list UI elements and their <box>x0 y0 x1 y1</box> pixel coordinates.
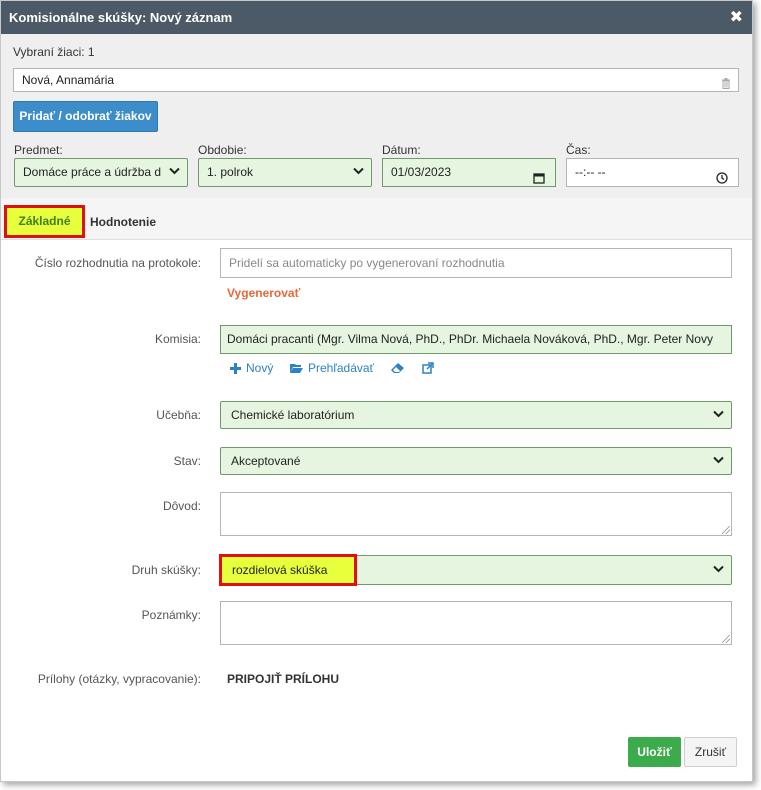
student-name: Nová, Annamária <box>22 73 115 87</box>
date-value: 01/03/2023 <box>391 165 452 179</box>
selected-students-label: Vybraní žiaci: 1 <box>13 45 95 59</box>
state-select[interactable]: Akceptované <box>220 447 732 475</box>
commission-new-link[interactable]: Nový <box>246 361 273 375</box>
chevron-down-icon <box>713 556 724 584</box>
date-label: Dátum: <box>382 143 421 157</box>
exam-type-select[interactable]: rozdielová skúška <box>219 554 732 586</box>
subject-label: Predmet: <box>14 143 63 157</box>
classroom-label: Učebňa: <box>156 408 201 422</box>
decision-number-input[interactable]: Pridelí sa automaticky po vygenerovaní r… <box>220 248 732 278</box>
commission-label: Komisia: <box>154 332 201 346</box>
eraser-icon[interactable] <box>391 363 404 377</box>
resize-grip-icon[interactable] <box>722 635 730 643</box>
dialog: Komisionálne skúšky: Nový záznam ✖ Vybra… <box>0 0 753 782</box>
time-input[interactable]: --:-- -- <box>566 158 739 187</box>
external-link-icon[interactable] <box>422 362 434 377</box>
dialog-titlebar: Komisionálne skúšky: Nový záznam ✖ <box>1 1 752 34</box>
add-remove-students-button[interactable]: Pridať / odobrať žiakov <box>13 101 158 132</box>
subject-value: Domáce práce a údržba d <box>23 165 162 179</box>
chevron-down-icon <box>169 159 180 186</box>
notes-label: Poznámky: <box>141 608 201 622</box>
date-input[interactable]: 01/03/2023 <box>382 158 556 187</box>
decision-number-label: Číslo rozhodnutia na protokole: <box>34 256 201 270</box>
cancel-button[interactable]: Zrušiť <box>684 737 737 767</box>
generate-link[interactable]: Vygenerovať <box>227 286 300 300</box>
chevron-down-icon <box>353 159 364 186</box>
notes-textarea[interactable] <box>220 601 732 645</box>
resize-grip-icon[interactable] <box>722 526 730 534</box>
subject-select[interactable]: Domáce práce a údržba d <box>14 158 188 187</box>
save-button[interactable]: Uložiť <box>628 737 681 767</box>
selected-student-field: Nová, Annamária <box>13 68 739 92</box>
commission-field[interactable]: Domáci pracanti (Mgr. Vilma Nová, PhD., … <box>220 325 732 354</box>
classroom-value: Chemické laboratórium <box>231 408 355 422</box>
reason-textarea[interactable] <box>220 492 732 536</box>
period-select[interactable]: 1. polrok <box>198 158 372 187</box>
state-label: Stav: <box>173 454 201 468</box>
time-value: --:-- -- <box>575 165 606 179</box>
period-value: 1. polrok <box>207 165 254 179</box>
students-section: Vybraní žiaci: 1 Nová, Annamária Pridať … <box>1 34 752 198</box>
attach-file-button[interactable]: PRIPOJIŤ PRÍLOHU <box>227 672 339 686</box>
dialog-title: Komisionálne skúšky: Nový záznam <box>9 10 233 25</box>
tab-bar: Základné Hodnotenie <box>1 198 752 240</box>
commission-browse-link[interactable]: Prehľadávať <box>308 361 374 375</box>
time-label: Čas: <box>566 143 591 157</box>
calendar-icon[interactable] <box>533 167 545 194</box>
period-label: Obdobie: <box>198 143 247 157</box>
tab-evaluation[interactable]: Hodnotenie <box>90 215 156 229</box>
trash-icon[interactable] <box>721 74 731 89</box>
reason-label: Dôvod: <box>162 499 201 513</box>
plus-icon <box>230 363 241 377</box>
exam-type-value: rozdielová skúška <box>232 563 328 577</box>
chevron-down-icon <box>713 448 724 474</box>
clock-icon[interactable] <box>716 167 728 194</box>
attachments-label: Prílohy (otázky, vypracovanie): <box>37 672 201 686</box>
chevron-down-icon <box>713 402 724 428</box>
folder-open-icon <box>290 363 303 377</box>
tab-basic[interactable]: Základné <box>4 205 85 238</box>
state-value: Akceptované <box>231 454 301 468</box>
classroom-select[interactable]: Chemické laboratórium <box>220 401 732 429</box>
close-icon[interactable]: ✖ <box>730 7 743 27</box>
exam-type-label: Druh skúšky: <box>131 563 201 577</box>
